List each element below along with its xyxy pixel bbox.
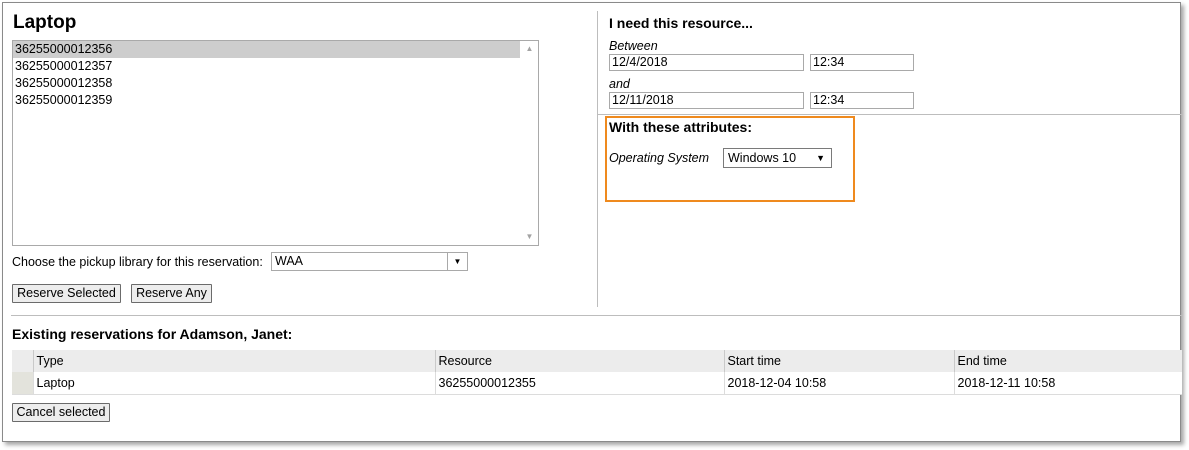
start-time-input[interactable]: 12:34 bbox=[810, 54, 914, 71]
cancel-selected-button[interactable]: Cancel selected bbox=[12, 403, 110, 422]
barcode-list-item[interactable]: 36255000012359 bbox=[13, 92, 520, 109]
existing-reservations-table: Type Resource Start time End time Laptop… bbox=[12, 350, 1182, 395]
reservation-panel: Laptop 36255000012356 36255000012357 362… bbox=[2, 2, 1182, 442]
and-label: and bbox=[609, 77, 630, 91]
dropdown-arrow-icon[interactable]: ▼ bbox=[816, 149, 825, 167]
scroll-up-arrow-icon[interactable]: ▲ bbox=[521, 41, 538, 57]
end-date-input[interactable]: 12/11/2018 bbox=[609, 92, 804, 109]
column-header-end-time[interactable]: End time bbox=[953, 350, 1182, 372]
cell-end-time: 2018-12-11 10:58 bbox=[953, 372, 1182, 395]
chevron-down-icon[interactable]: ▼ bbox=[447, 253, 467, 270]
barcode-list-item[interactable]: 36255000012358 bbox=[13, 75, 520, 92]
scroll-down-arrow-icon[interactable]: ▼ bbox=[521, 229, 538, 245]
column-header-start-time[interactable]: Start time bbox=[723, 350, 954, 372]
cell-resource: 36255000012355 bbox=[434, 372, 724, 395]
pickup-library-label: Choose the pickup library for this reser… bbox=[12, 255, 263, 269]
operating-system-value: Windows 10 bbox=[728, 151, 797, 165]
reserve-any-button[interactable]: Reserve Any bbox=[131, 284, 212, 303]
between-label: Between bbox=[609, 39, 658, 53]
operating-system-label: Operating System bbox=[609, 151, 710, 165]
pickup-library-select[interactable]: WAA ▼ bbox=[271, 252, 468, 271]
resource-type-title: Laptop bbox=[13, 12, 77, 33]
section-divider bbox=[11, 315, 1182, 316]
start-date-input[interactable]: 12/4/2018 bbox=[609, 54, 804, 71]
vertical-divider bbox=[597, 11, 598, 307]
existing-reservations-heading: Existing reservations for Adamson, Janet… bbox=[12, 326, 293, 342]
end-time-input[interactable]: 12:34 bbox=[810, 92, 914, 109]
need-resource-heading: I need this resource... bbox=[609, 15, 753, 31]
barcode-list-item[interactable]: 36255000012357 bbox=[13, 58, 520, 75]
reserve-selected-button[interactable]: Reserve Selected bbox=[12, 284, 121, 303]
listbox-scrollbar[interactable]: ▲ ▼ bbox=[521, 41, 538, 245]
attributes-heading: With these attributes: bbox=[609, 119, 752, 135]
table-header-row: Type Resource Start time End time bbox=[12, 350, 1182, 372]
table-row[interactable]: Laptop 36255000012355 2018-12-04 10:58 2… bbox=[12, 372, 1182, 395]
pickup-library-value: WAA bbox=[275, 254, 304, 268]
row-selector[interactable] bbox=[12, 372, 33, 395]
barcode-list-item[interactable]: 36255000012356 bbox=[13, 41, 520, 58]
operating-system-select[interactable]: Windows 10 ▼ bbox=[723, 148, 832, 168]
column-header-resource[interactable]: Resource bbox=[434, 350, 724, 372]
attributes-divider bbox=[597, 114, 1182, 115]
cell-start-time: 2018-12-04 10:58 bbox=[723, 372, 954, 395]
barcode-listbox[interactable]: 36255000012356 36255000012357 3625500001… bbox=[12, 40, 539, 246]
select-column-header bbox=[12, 350, 33, 372]
cell-type: Laptop bbox=[32, 372, 435, 395]
column-header-type[interactable]: Type bbox=[32, 350, 435, 372]
